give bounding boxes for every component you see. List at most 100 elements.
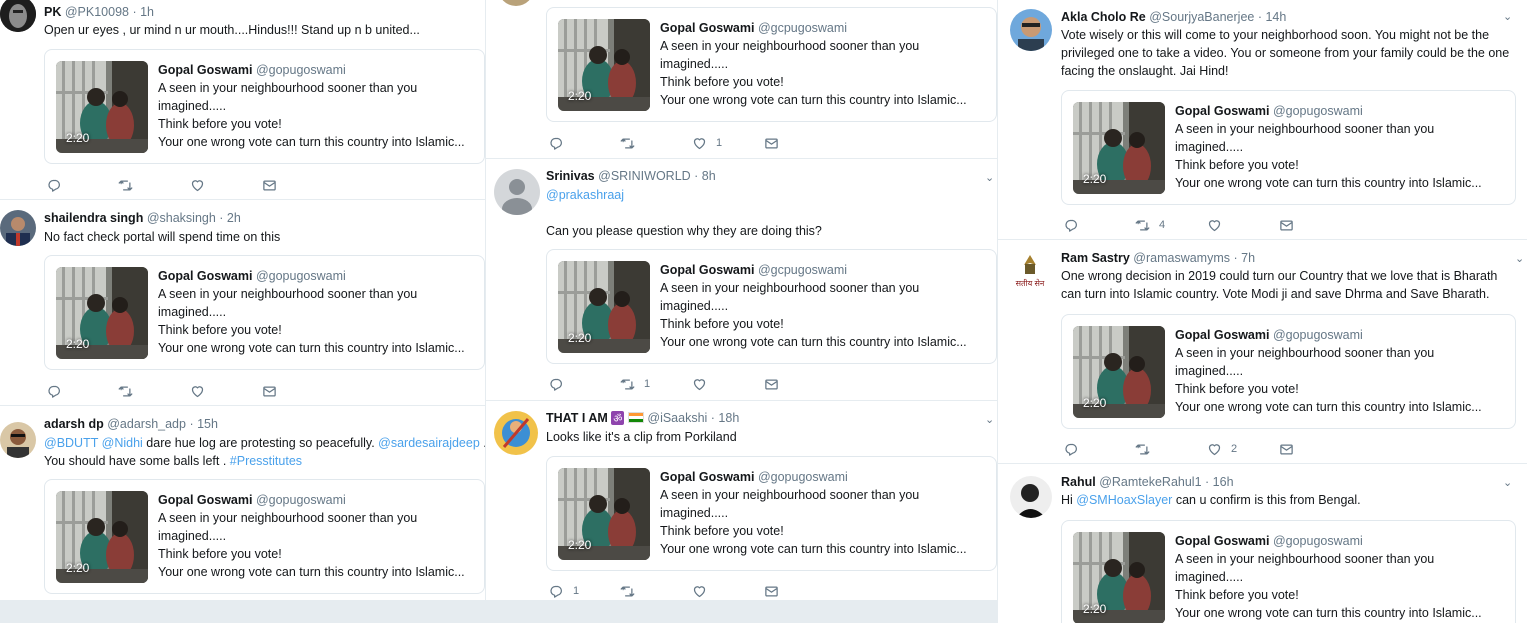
- mention-link[interactable]: @SMHoaxSlayer: [1076, 493, 1172, 507]
- reply-button[interactable]: [1064, 440, 1079, 458]
- display-name[interactable]: PK: [44, 5, 61, 19]
- quoted-tweet-card[interactable]: 2:20 Gopal Goswami @gcpugoswami A seen i…: [546, 249, 997, 364]
- reply-button[interactable]: [549, 375, 564, 393]
- timestamp[interactable]: · 14h: [1258, 10, 1287, 24]
- retweet-button[interactable]: 1: [620, 375, 650, 393]
- message-button[interactable]: [262, 176, 277, 194]
- user-handle[interactable]: @ramaswamyms: [1133, 251, 1230, 265]
- tweet[interactable]: THAT I AM ॐ @iSaakshi · 18h ⌄ Looks like…: [486, 401, 997, 600]
- chevron-down-icon[interactable]: ⌄: [985, 171, 995, 184]
- tweet[interactable]: 2:20 Gopal Goswami @gcpugoswami A seen i…: [486, 0, 997, 159]
- tweet[interactable]: Akla Cholo Re @SourjyaBanerjee · 14h ⌄ V…: [998, 0, 1527, 240]
- avatar[interactable]: [1010, 9, 1052, 51]
- user-handle[interactable]: @SourjyaBanerjee: [1149, 10, 1254, 24]
- like-button[interactable]: 1: [692, 134, 722, 152]
- tweet[interactable]: PK @PK10098 · 1h Open ur eyes , ur mind …: [0, 0, 485, 200]
- message-button[interactable]: [262, 382, 277, 400]
- retweet-button[interactable]: [118, 176, 133, 194]
- tweet[interactable]: सतीय सेन Ram Sastry @ramaswamyms · 7h ⌄ …: [998, 240, 1527, 464]
- avatar[interactable]: सतीय सेन: [1008, 252, 1052, 288]
- user-handle[interactable]: @iSaakshi: [647, 411, 707, 425]
- avatar[interactable]: [498, 0, 534, 6]
- chevron-down-icon[interactable]: ⌄: [1515, 252, 1525, 265]
- like-button[interactable]: [692, 375, 707, 393]
- quoted-tweet-card[interactable]: 2:20 Gopal Goswami @gcpugoswami A seen i…: [546, 7, 997, 122]
- timestamp[interactable]: · 8h: [694, 169, 716, 183]
- video-thumbnail[interactable]: 2:20: [56, 491, 148, 583]
- tweet[interactable]: shailendra singh @shaksingh · 2h No fact…: [0, 200, 485, 406]
- reply-button[interactable]: [47, 382, 62, 400]
- chevron-down-icon[interactable]: ⌄: [1503, 476, 1513, 489]
- video-thumbnail[interactable]: 2:20: [1073, 326, 1165, 418]
- user-handle[interactable]: @SRINIWORLD: [598, 169, 691, 183]
- mention-link[interactable]: @Nidhi: [102, 436, 143, 450]
- avatar[interactable]: [494, 169, 540, 215]
- retweet-button[interactable]: [620, 582, 635, 600]
- display-name[interactable]: Akla Cholo Re: [1061, 10, 1146, 24]
- message-button[interactable]: [764, 582, 779, 600]
- timestamp[interactable]: · 7h: [1234, 251, 1256, 265]
- video-thumbnail[interactable]: 2:20: [558, 468, 650, 560]
- user-handle[interactable]: @PK10098: [65, 5, 129, 19]
- chevron-down-icon[interactable]: ⌄: [985, 413, 995, 426]
- video-thumbnail[interactable]: 2:20: [1073, 102, 1165, 194]
- mention-link[interactable]: @BDUTT: [44, 436, 98, 450]
- avatar[interactable]: [0, 0, 36, 32]
- avatar[interactable]: [0, 422, 36, 458]
- user-handle[interactable]: @shaksingh: [147, 211, 216, 225]
- quoted-tweet-card[interactable]: 2:20 Gopal Goswami @gopugoswami A seen i…: [44, 479, 485, 594]
- tweet[interactable]: Srinivas @SRINIWORLD · 8h ⌄ @prakashraaj…: [486, 159, 997, 401]
- retweet-button[interactable]: 4: [1135, 216, 1165, 234]
- timestamp[interactable]: · 15h: [189, 417, 218, 431]
- user-handle[interactable]: @adarsh_adp: [107, 417, 186, 431]
- video-thumbnail[interactable]: 2:20: [558, 19, 650, 111]
- quoted-tweet-card[interactable]: 2:20 Gopal Goswami @gopugoswami A seen i…: [1061, 520, 1516, 623]
- quoted-tweet-card[interactable]: 2:20 Gopal Goswami @gopugoswami A seen i…: [1061, 314, 1516, 429]
- timestamp[interactable]: · 1h: [132, 5, 154, 19]
- retweet-button[interactable]: [118, 382, 133, 400]
- message-button[interactable]: [1279, 216, 1294, 234]
- reply-button[interactable]: [1064, 216, 1079, 234]
- message-button[interactable]: [764, 375, 779, 393]
- quoted-tweet-card[interactable]: 2:20 Gopal Goswami @gopugoswami A seen i…: [44, 49, 485, 164]
- like-button[interactable]: 2: [1207, 440, 1237, 458]
- display-name[interactable]: Ram Sastry: [1061, 251, 1130, 265]
- video-thumbnail[interactable]: 2:20: [56, 267, 148, 359]
- message-button[interactable]: [764, 134, 779, 152]
- like-button[interactable]: [1207, 216, 1222, 234]
- quoted-tweet-card[interactable]: 2:20 Gopal Goswami @gopugoswami A seen i…: [1061, 90, 1516, 205]
- timestamp[interactable]: · 2h: [219, 211, 241, 225]
- reply-button[interactable]: [549, 134, 564, 152]
- retweet-button[interactable]: [1135, 440, 1150, 458]
- display-name[interactable]: adarsh dp: [44, 417, 104, 431]
- retweet-button[interactable]: [620, 134, 635, 152]
- hashtag-link[interactable]: #Presstitutes: [230, 454, 302, 468]
- timestamp[interactable]: · 18h: [711, 411, 740, 425]
- avatar[interactable]: [1010, 476, 1052, 518]
- display-name[interactable]: Srinivas: [546, 169, 595, 183]
- like-button[interactable]: [692, 582, 707, 600]
- video-thumbnail[interactable]: 2:20: [56, 61, 148, 153]
- tweet[interactable]: adarsh dp @adarsh_adp · 15h @BDUTT @Nidh…: [0, 406, 485, 600]
- display-name[interactable]: shailendra singh: [44, 211, 143, 225]
- display-name[interactable]: THAT I AM: [546, 411, 608, 425]
- mention-link[interactable]: @sardesairajdeep: [378, 436, 480, 450]
- quoted-tweet-card[interactable]: 2:20 Gopal Goswami @gopugoswami A seen i…: [44, 255, 485, 370]
- like-count: 2: [1231, 443, 1238, 455]
- message-button[interactable]: [1279, 440, 1294, 458]
- timestamp[interactable]: · 16h: [1205, 475, 1234, 489]
- like-button[interactable]: [190, 382, 205, 400]
- user-handle[interactable]: @RamtekeRahul1: [1099, 475, 1201, 489]
- avatar[interactable]: [494, 411, 538, 455]
- chevron-down-icon[interactable]: ⌄: [1503, 10, 1513, 23]
- display-name[interactable]: Rahul: [1061, 475, 1096, 489]
- quoted-tweet-card[interactable]: 2:20 Gopal Goswami @gopugoswami A seen i…: [546, 456, 997, 571]
- avatar[interactable]: [0, 210, 36, 246]
- video-thumbnail[interactable]: 2:20: [1073, 532, 1165, 623]
- reply-button[interactable]: 1: [549, 582, 579, 600]
- like-button[interactable]: [190, 176, 205, 194]
- mention-link[interactable]: @prakashraaj: [546, 188, 624, 202]
- reply-button[interactable]: [47, 176, 62, 194]
- video-thumbnail[interactable]: 2:20: [558, 261, 650, 353]
- tweet[interactable]: Rahul @RamtekeRahul1 · 16h ⌄ Hi @SMHoaxS…: [998, 464, 1527, 623]
